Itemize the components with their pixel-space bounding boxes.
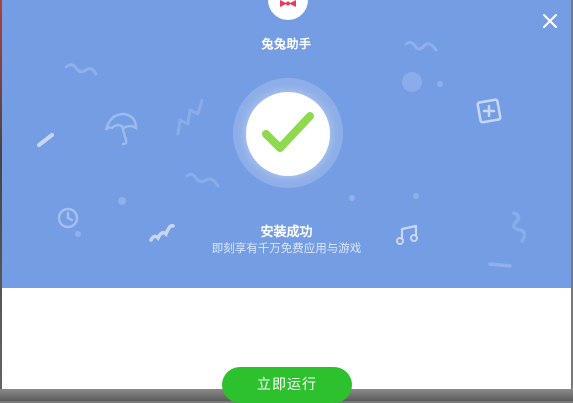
- installer-window: 兔兔助手 安装成功 即刻享有千万免费应用与游戏 立即运行: [2, 0, 571, 403]
- squiggle-icon: [185, 172, 220, 188]
- plus-box-icon: [476, 98, 502, 124]
- pencil-icon: [37, 133, 54, 147]
- check-icon: [262, 112, 314, 152]
- bow-icon: [280, 0, 296, 7]
- status-title: 安装成功: [260, 225, 313, 240]
- close-icon: [543, 14, 557, 28]
- squiggle-icon: [176, 98, 204, 136]
- dot-icon: [437, 81, 443, 87]
- hero-panel: 兔兔助手 安装成功 即刻享有千万免费应用与游戏: [2, 0, 571, 288]
- app-title: 兔兔助手: [261, 37, 312, 51]
- squiggle-icon: [64, 63, 98, 76]
- dot-icon: [118, 197, 126, 205]
- run-now-button[interactable]: 立即运行: [222, 367, 352, 403]
- dash-icon: [488, 262, 512, 268]
- umbrella-icon: [104, 112, 138, 146]
- close-button[interactable]: [541, 12, 559, 30]
- dot-icon: [349, 195, 355, 201]
- success-badge: [246, 92, 330, 176]
- dot-icon: [413, 193, 419, 199]
- bubble-icon: [402, 72, 422, 92]
- status-subtitle: 即刻享有千万免费应用与游戏: [211, 241, 362, 255]
- rabbit-logo-icon: [268, 0, 308, 20]
